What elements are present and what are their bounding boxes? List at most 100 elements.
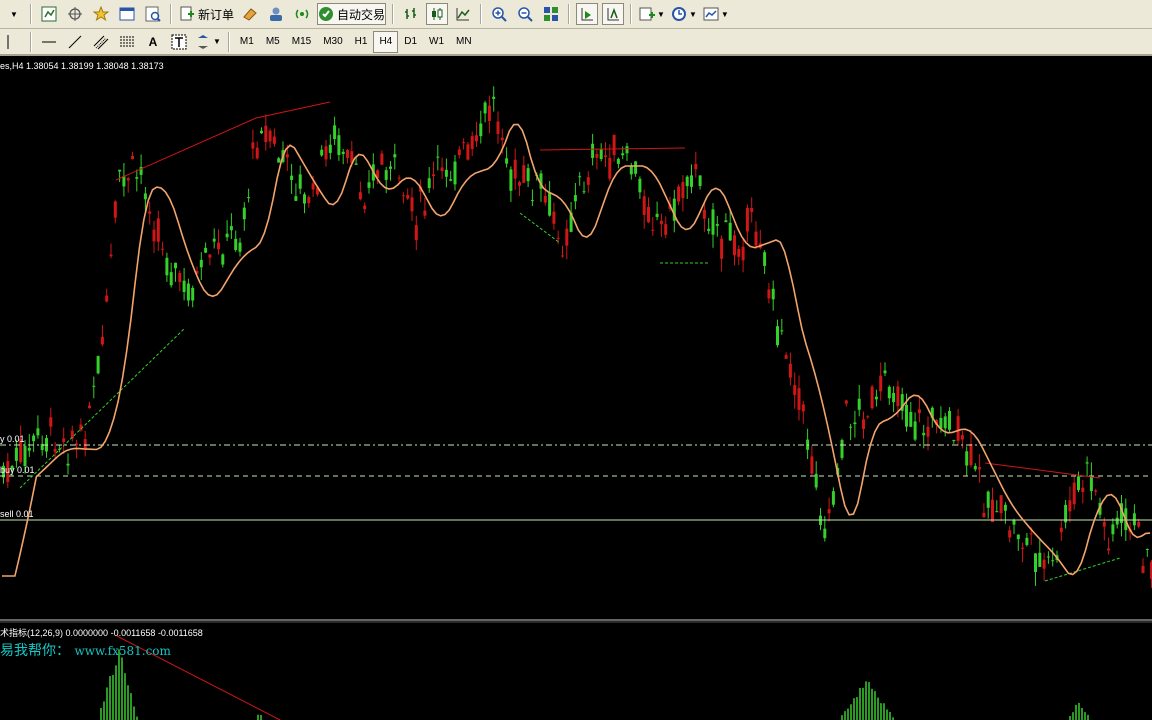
candle-body	[638, 178, 642, 193]
candle-body	[105, 295, 109, 302]
auto-trading-label: 自动交易	[337, 7, 386, 22]
chevron-down-icon: ▼	[688, 9, 697, 19]
candle-body	[152, 229, 156, 242]
bar-chart-button[interactable]	[400, 3, 422, 25]
candle-body	[655, 213, 659, 217]
candle-body	[1051, 560, 1055, 562]
line-chart-button[interactable]	[452, 3, 474, 25]
candle-body	[479, 123, 483, 137]
candle-body	[999, 495, 1003, 514]
horizontal-line-button[interactable]	[38, 31, 60, 53]
new-order-button[interactable]: 新订单	[178, 3, 235, 25]
timeframe-mn[interactable]: MN	[450, 31, 478, 53]
candle-body	[483, 102, 487, 114]
candle-body	[629, 166, 633, 175]
candle-body	[242, 207, 246, 220]
timeframe-h1[interactable]: H1	[349, 31, 374, 53]
candle-body	[410, 197, 414, 212]
favorites-button[interactable]	[90, 3, 112, 25]
templates-button[interactable]: ▼	[702, 3, 730, 25]
candle-body	[870, 386, 874, 409]
candle-body	[991, 499, 994, 523]
trend-line[interactable]	[19, 327, 186, 489]
strategy-tester-button[interactable]	[142, 3, 164, 25]
trendline-button[interactable]	[64, 31, 86, 53]
candle-body	[367, 182, 371, 188]
periods-button[interactable]: ▼	[670, 3, 698, 25]
candle-body	[634, 161, 638, 174]
candle-body	[444, 169, 448, 177]
candle-body	[522, 165, 526, 183]
candle-body	[126, 178, 130, 181]
chart-shift-button[interactable]	[602, 3, 625, 25]
terminal-button[interactable]	[116, 3, 138, 25]
history-center-button[interactable]	[239, 3, 261, 25]
auto-trading-button[interactable]: 自动交易	[317, 3, 387, 25]
chevron-down-icon: ▼	[720, 9, 729, 19]
navigator-button[interactable]	[64, 3, 86, 25]
histogram-bar	[853, 698, 855, 720]
text-label-button[interactable]	[168, 31, 190, 53]
market-watch-button[interactable]	[38, 3, 60, 25]
candle-body	[496, 121, 500, 134]
arrows-button[interactable]: ▼	[194, 31, 222, 53]
histogram-bar	[868, 682, 870, 720]
candle-body	[599, 149, 603, 160]
candle-body	[552, 211, 556, 224]
text-tool-label: A	[148, 34, 158, 49]
candle-body	[1111, 524, 1115, 535]
candle-body	[939, 417, 943, 429]
trend-line[interactable]	[539, 147, 686, 151]
candle-body	[943, 416, 947, 429]
candle-body	[290, 175, 294, 180]
histogram-bar	[115, 665, 117, 720]
candle-body	[298, 174, 302, 189]
candle-body	[109, 254, 113, 257]
timeframe-w1[interactable]: W1	[423, 31, 450, 53]
text-tool-button[interactable]: A	[142, 31, 164, 53]
candle-body	[354, 163, 358, 165]
signals-button[interactable]	[291, 3, 313, 25]
candle-body	[866, 416, 870, 418]
candlestick-chart-button[interactable]	[426, 3, 449, 25]
candle-body	[156, 218, 160, 242]
timeframe-m1[interactable]: M1	[234, 31, 260, 53]
chart-window[interactable]: es,H4 1.38054 1.38199 1.38048 1.38173 y …	[0, 58, 1152, 720]
vertical-line-button[interactable]	[2, 31, 24, 53]
histogram-bar	[103, 701, 105, 720]
timeframe-d1[interactable]: D1	[398, 31, 423, 53]
tile-windows-button[interactable]	[540, 3, 562, 25]
candle-body	[586, 177, 590, 185]
candle-body	[272, 136, 276, 144]
options-button[interactable]	[265, 3, 287, 25]
indicator-title: 术指标(12,26,9) 0.0000000 -0.0011658 -0.001…	[0, 628, 203, 638]
candle-body	[470, 136, 474, 149]
auto-scroll-button[interactable]	[576, 3, 599, 25]
histogram-bar	[847, 708, 849, 720]
candle-body	[530, 200, 534, 202]
candle-body	[604, 155, 607, 157]
zoom-in-icon	[491, 6, 507, 22]
zoom-in-button[interactable]	[488, 3, 510, 25]
timeframe-m15[interactable]: M15	[286, 31, 317, 53]
candle-body	[973, 466, 977, 470]
timeframe-m5[interactable]: M5	[260, 31, 286, 53]
candle-body	[892, 392, 896, 403]
equidistant-channel-button[interactable]	[90, 31, 112, 53]
zoom-out-button[interactable]	[514, 3, 536, 25]
timeframe-h4[interactable]: H4	[373, 30, 399, 53]
fibonacci-button[interactable]	[116, 31, 138, 53]
candle-body	[754, 231, 758, 246]
candle-body	[801, 404, 805, 412]
price-chart[interactable]	[0, 58, 1152, 720]
trend-line[interactable]	[255, 101, 331, 119]
candle-body	[728, 222, 732, 241]
indicators-button[interactable]: ▼	[638, 3, 666, 25]
timeframe-m30[interactable]: M30	[317, 31, 348, 53]
candle-body	[453, 161, 457, 185]
candle-body	[384, 170, 388, 180]
star-folder-icon	[92, 5, 110, 22]
trend-line[interactable]	[115, 117, 257, 181]
macd-histogram	[100, 635, 1089, 720]
toolbar-dropdown-arrow[interactable]: ▼	[2, 3, 24, 25]
